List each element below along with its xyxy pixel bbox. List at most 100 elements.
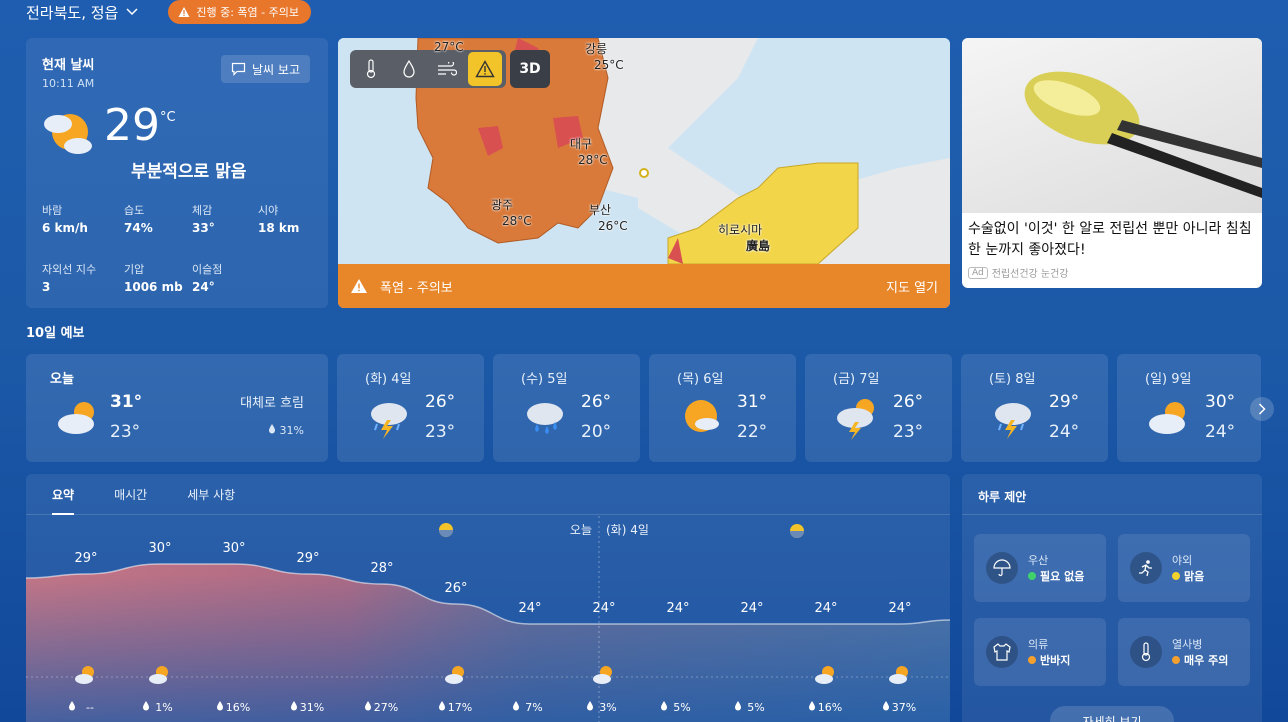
hourly-temp-label: 29° bbox=[74, 551, 97, 566]
tip-clothing[interactable]: 의류 반바지 bbox=[974, 618, 1106, 686]
stat-value: 6 km/h bbox=[42, 221, 88, 235]
map-city-label: 廣島 bbox=[746, 239, 771, 253]
forecast-description: 대체로 흐림 bbox=[240, 396, 304, 411]
forecast-low: 20° bbox=[581, 422, 612, 442]
tip-label: 우산 bbox=[1028, 554, 1049, 567]
tip-heatstroke[interactable]: 열사병 매우 주의 bbox=[1118, 618, 1250, 686]
sun-thunder-icon bbox=[837, 399, 874, 440]
moon-icon bbox=[439, 523, 453, 537]
alert-pill[interactable]: 진행 중: 폭염 - 주의보 bbox=[168, 0, 311, 24]
forecast-day[interactable]: (일) 9일 30° 24° bbox=[1117, 354, 1261, 462]
thermometer-icon bbox=[1130, 636, 1162, 668]
weather-map[interactable]: 3D 27°C 강릉 25°C 대구 28°C 광주 28°C 부산 26°C … bbox=[338, 38, 950, 308]
current-condition: 부분적으로 맑음 bbox=[131, 162, 247, 182]
forecast-precip-value: 31% bbox=[279, 424, 304, 437]
top-bar: 전라북도, 정읍 진행 중: 폭염 - 주의보 bbox=[26, 0, 311, 24]
open-map-link[interactable]: 지도 열기 bbox=[886, 277, 938, 296]
hourly-precip-label: 5% bbox=[673, 701, 690, 714]
alert-pill-label: 진행 중: 폭염 - 주의보 bbox=[196, 6, 299, 19]
tip-outdoor[interactable]: 야외 맑음 bbox=[1118, 534, 1250, 602]
hourly-temp-label: 24° bbox=[814, 601, 837, 616]
forecast-high: 31° bbox=[737, 392, 768, 412]
hourly-precip-label: 17% bbox=[448, 701, 472, 714]
more-details-button[interactable]: 자세히 보기 bbox=[1050, 706, 1174, 722]
ad-source-label: 전립선건강 눈건강 bbox=[991, 269, 1069, 280]
drop-icon[interactable] bbox=[392, 52, 426, 86]
hourly-temp-label: 24° bbox=[666, 601, 689, 616]
umbrella-icon bbox=[986, 552, 1018, 584]
map-temp-label: 28°C bbox=[578, 153, 608, 167]
forecast-day[interactable]: (토) 8일 29° 24° bbox=[961, 354, 1108, 462]
map-temp-label: 27°C bbox=[434, 40, 464, 54]
map-3d-button[interactable]: 3D bbox=[510, 50, 550, 88]
forecast-high: 26° bbox=[425, 392, 456, 412]
stat-value: 18 km bbox=[258, 221, 300, 235]
stat-value: 3 bbox=[42, 280, 51, 294]
ad-badge: Ad bbox=[968, 266, 988, 279]
stat-wind: 바람 6 km/h bbox=[42, 202, 124, 235]
summary-panel: 요약 매시간 세부 사항 오늘 (화) 4일 29° -- 30° 1% 30° 16% 2… bbox=[26, 474, 950, 722]
forecast-next-button[interactable] bbox=[1250, 397, 1274, 421]
stat-pressure: 기압 1006 mb bbox=[124, 261, 192, 294]
warning-icon bbox=[178, 7, 190, 17]
hourly-temp-label: 30° bbox=[222, 541, 245, 556]
stat-label: 기압 bbox=[124, 263, 145, 276]
warning-icon[interactable] bbox=[468, 52, 502, 86]
forecast-high: 26° bbox=[893, 392, 924, 412]
tip-label: 의류 bbox=[1028, 638, 1049, 651]
today-marker-label: 오늘 bbox=[570, 523, 592, 537]
forecast-day-label: (수) 5일 bbox=[521, 372, 568, 387]
stat-label: 이슬점 bbox=[192, 263, 223, 276]
wind-icon[interactable] bbox=[430, 52, 464, 86]
weather-report-button[interactable]: 날씨 보고 bbox=[221, 55, 310, 83]
stat-value: 1006 mb bbox=[124, 280, 183, 294]
ad-headline[interactable]: 수술없이 '이것' 한 알로 전립선 뿐만 아니라 침침한 눈까지 좋아졌다! bbox=[962, 213, 1262, 261]
map-city-label: 대구 bbox=[570, 137, 593, 151]
location-selector[interactable]: 전라북도, 정읍 bbox=[26, 2, 138, 23]
drop-icon bbox=[269, 424, 276, 434]
location-label: 전라북도, 정읍 bbox=[26, 3, 119, 22]
running-icon bbox=[1130, 552, 1162, 584]
forecast-day-today[interactable]: 오늘 31° 23° 대체로 흐림 31% bbox=[26, 354, 328, 462]
forecast-day[interactable]: (수) 5일 26° 20° bbox=[493, 354, 640, 462]
partly-cloudy-icon bbox=[1149, 402, 1185, 434]
hourly-precip-label: 31% bbox=[300, 701, 324, 714]
stat-feels-like: 체감 33° bbox=[192, 202, 258, 235]
tip-umbrella[interactable]: 우산 필요 없음 bbox=[974, 534, 1106, 602]
tip-value: 맑음 bbox=[1184, 570, 1205, 583]
hourly-chart: 오늘 (화) 4일 29° -- 30° 1% 30° 16% 29° 31% 28° 27% 26… bbox=[26, 516, 950, 722]
map-alert-bar[interactable]: 폭염 - 주의보 지도 열기 bbox=[338, 264, 950, 308]
day-tips-panel: 하루 제안 우산 필요 없음 야외 맑음 의류 반바지 열사병 매우 주의 자세… bbox=[962, 474, 1262, 722]
forecast-precip: 31% bbox=[268, 424, 304, 437]
status-dot bbox=[1172, 656, 1180, 664]
status-dot bbox=[1172, 572, 1180, 580]
stat-label: 바람 bbox=[42, 204, 63, 217]
ad-card[interactable]: 수술없이 '이것' 한 알로 전립선 뿐만 아니라 침침한 눈까지 좋아졌다! … bbox=[962, 38, 1262, 288]
tip-label: 야외 bbox=[1172, 554, 1193, 567]
forecast-day-label: (일) 9일 bbox=[1145, 372, 1192, 387]
summary-tabs: 요약 매시간 세부 사항 bbox=[52, 486, 235, 515]
tab-details[interactable]: 세부 사항 bbox=[187, 486, 235, 515]
hourly-temp-label: 26° bbox=[444, 581, 467, 596]
thermometer-icon[interactable] bbox=[354, 52, 388, 86]
tab-summary[interactable]: 요약 bbox=[52, 486, 75, 515]
forecast-title: 10일 예보 bbox=[26, 326, 85, 341]
thunderstorm-icon bbox=[995, 403, 1031, 439]
forecast-day[interactable]: (목) 6일 31° 22° bbox=[649, 354, 796, 462]
map-alert-text: 폭염 - 주의보 bbox=[380, 280, 453, 296]
tab-hourly[interactable]: 매시간 bbox=[114, 486, 147, 515]
sunny-icon bbox=[685, 400, 719, 432]
forecast-day-label: 오늘 bbox=[50, 372, 74, 387]
map-temp-label: 28°C bbox=[502, 214, 532, 228]
hourly-precip-label: -- bbox=[86, 701, 94, 714]
moon-icon bbox=[790, 524, 804, 538]
forecast-low: 23° bbox=[425, 422, 456, 442]
forecast-day[interactable]: (화) 4일 26° 23° bbox=[337, 354, 484, 462]
hourly-temp-label: 24° bbox=[888, 601, 911, 616]
forecast-day[interactable]: (금) 7일 26° 23° bbox=[805, 354, 952, 462]
day-tips-title: 하루 제안 bbox=[978, 490, 1027, 504]
tip-value-row: 반바지 bbox=[1028, 652, 1070, 668]
map-layer-group bbox=[350, 50, 506, 88]
tip-value-row: 맑음 bbox=[1172, 568, 1204, 584]
tip-value-row: 필요 없음 bbox=[1028, 568, 1084, 584]
